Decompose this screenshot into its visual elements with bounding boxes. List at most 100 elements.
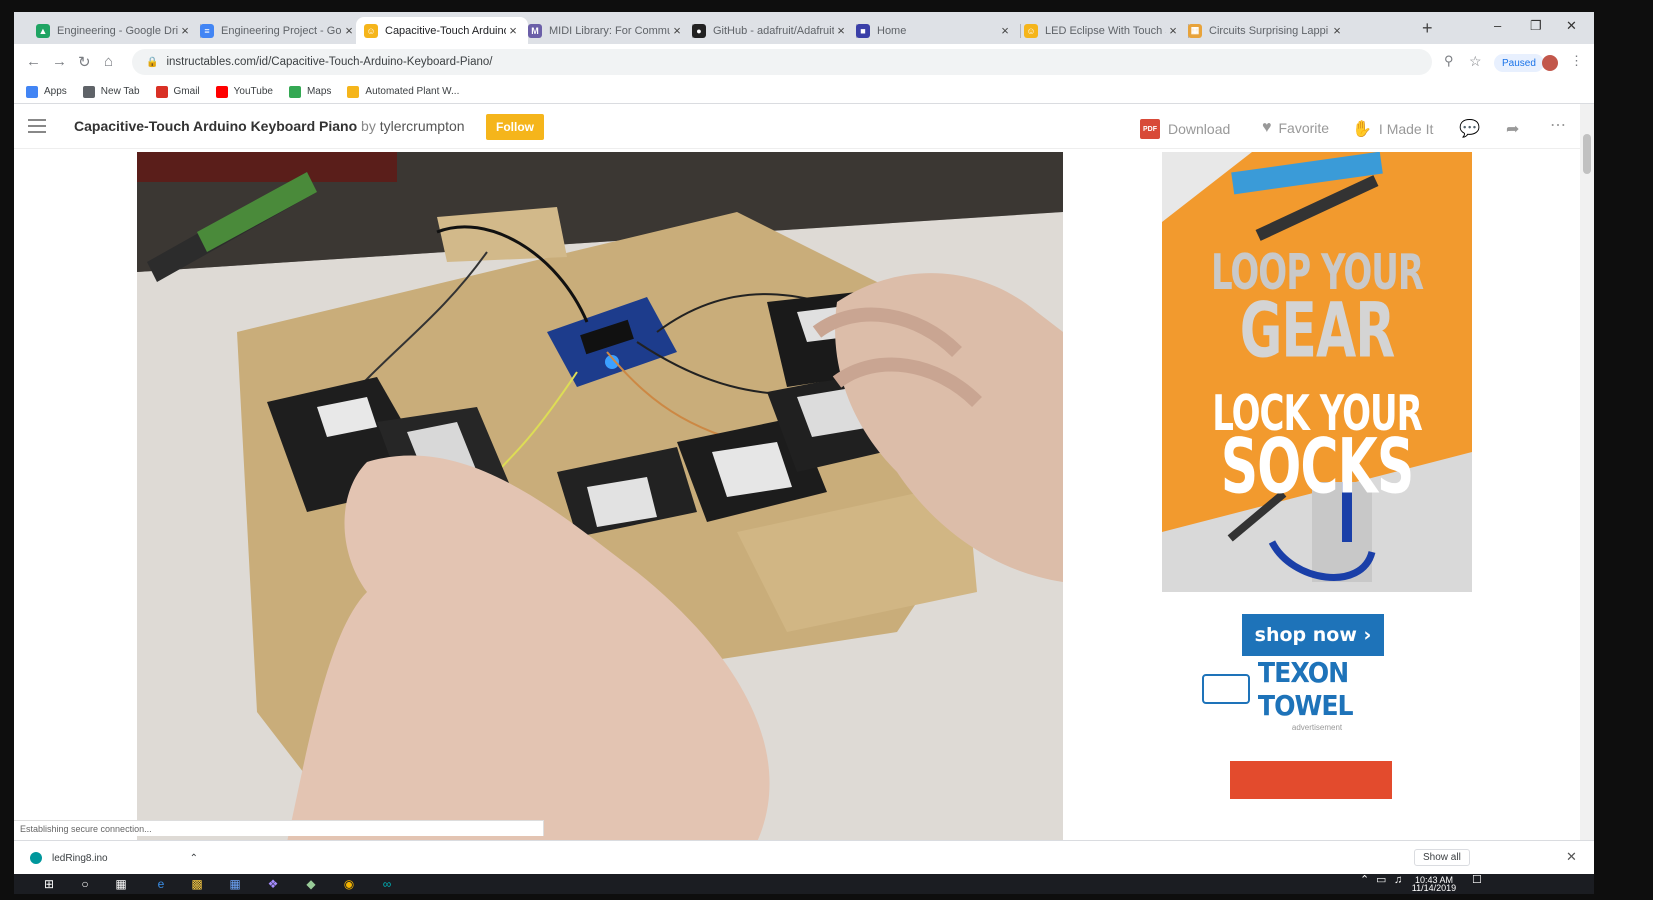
bookmark-item[interactable]: Automated Plant W... (347, 85, 460, 98)
page-scrollbar[interactable] (1580, 104, 1594, 844)
i-made-it-label: I Made It (1378, 121, 1434, 137)
menu-kebab-icon[interactable]: ⋮ (1570, 53, 1583, 69)
scrollbar-thumb[interactable] (1583, 134, 1591, 174)
web-page: Capacitive-Touch Arduino Keyboard Piano … (14, 105, 1594, 842)
download-filename: ledRing8.ino (52, 852, 108, 864)
profile-avatar[interactable] (1542, 55, 1558, 71)
clock-date: 11/14/2019 (1411, 883, 1457, 893)
tab-close-icon[interactable]: × (1330, 23, 1344, 38)
browser-tab[interactable]: ☺ LED Eclipse With Touch Sensor× (1016, 17, 1188, 44)
bookmark-favicon-icon (288, 85, 301, 98)
bookmark-label: Gmail (173, 86, 200, 97)
forward-icon[interactable]: → (52, 53, 67, 70)
tab-favicon-icon: ≡ (200, 23, 214, 38)
zoom-icon[interactable]: ⚲ (1444, 53, 1454, 69)
bookmark-favicon-icon (155, 85, 168, 98)
tab-favicon-icon: M (528, 23, 542, 38)
advertisement[interactable]: LOOP YOUR GEAR LOCK YOUR SOCKS shop now … (1162, 152, 1472, 842)
network-icon[interactable]: ▭ (1376, 875, 1386, 886)
new-tab-button[interactable]: + (1422, 18, 1433, 39)
volume-icon[interactable]: ♫ (1394, 875, 1402, 886)
task-view-icon[interactable]: ▦ (112, 875, 130, 893)
minimize-icon[interactable]: – (1494, 18, 1501, 33)
bookmark-item[interactable]: Gmail (155, 85, 200, 98)
pdf-icon: PDF (1140, 119, 1160, 139)
tab-close-icon[interactable]: × (506, 23, 520, 38)
tab-close-icon[interactable]: × (342, 23, 356, 38)
bookmark-item[interactable]: Maps (288, 85, 331, 98)
show-all-button[interactable]: Show all (1414, 849, 1470, 866)
video-frame-illustration (137, 152, 1063, 842)
tab-close-icon[interactable]: × (178, 23, 192, 38)
close-shelf-icon[interactable]: ✕ (1566, 849, 1577, 865)
browser-tab[interactable]: ■ Home × (848, 17, 1020, 44)
app-icon[interactable]: ❖ (264, 875, 282, 893)
download-item[interactable]: ledRing8.ino ⌃ (30, 847, 198, 869)
restore-icon[interactable]: ❐ (1530, 18, 1542, 34)
edge-icon[interactable]: e (152, 875, 170, 893)
back-icon[interactable]: ← (26, 53, 41, 70)
browser-window: + – ❐ ✕ ▲ Engineering - Google Drive × ≡ Eng… (14, 12, 1594, 894)
tab-title: Engineering - Google Drive (57, 24, 178, 37)
favorite-label: Favorite (1278, 120, 1330, 136)
tab-title: Capacitive-Touch Arduino Keyboard Piano (385, 24, 506, 37)
browser-tab[interactable]: M MIDI Library: For Communicating× (520, 17, 692, 44)
arduino-icon[interactable]: ∞ (378, 875, 396, 893)
notifications-icon[interactable]: ☐ (1472, 875, 1482, 886)
tab-close-icon[interactable]: × (834, 23, 848, 38)
tab-favicon-icon: ▲ (36, 23, 50, 38)
browser-tab[interactable]: ☺ Capacitive-Touch Arduino Keyboard Piano… (356, 17, 528, 44)
more-options-icon[interactable]: ⋯ (1550, 115, 1566, 135)
i-made-it-action[interactable]: ✋ I Made It (1352, 119, 1433, 139)
bookmark-label: Automated Plant W... (365, 86, 460, 97)
arduino-file-icon (30, 852, 42, 864)
windows-start-icon[interactable]: ⊞ (40, 875, 58, 893)
tab-favicon-icon: ☺ (1024, 23, 1038, 38)
bookmark-favicon-icon (26, 85, 38, 98)
browser-tab[interactable]: ≡ Engineering Project - Google Docs× (192, 17, 364, 44)
tab-close-icon[interactable]: × (1166, 23, 1180, 38)
url-text: instructables.com/id/Capacitive-Touch-Ar… (166, 56, 493, 68)
favorite-action[interactable]: ♥ Favorite (1262, 119, 1329, 137)
status-bar: Establishing secure connection... (14, 820, 544, 836)
tab-favicon-icon: ■ (856, 23, 870, 38)
tab-close-icon[interactable]: × (670, 23, 684, 38)
search-icon[interactable]: ○ (76, 875, 94, 893)
share-icon[interactable]: ➦ (1506, 119, 1519, 139)
bookmark-item[interactable]: New Tab (82, 85, 140, 98)
chrome-icon[interactable]: ◉ (340, 875, 358, 893)
browser-tab[interactable]: ▲ Engineering - Google Drive × (28, 17, 200, 44)
bookmark-item[interactable]: YouTube (215, 85, 273, 98)
store-icon[interactable]: ▦ (226, 875, 244, 893)
ad-banner-block[interactable] (1230, 761, 1392, 799)
bookmark-star-icon[interactable]: ☆ (1469, 53, 1482, 70)
author-link[interactable]: tylercrumpton (380, 118, 465, 134)
tab-close-icon[interactable]: × (998, 23, 1012, 38)
address-bar[interactable]: 🔒 instructables.com/id/Capacitive-Touch-… (132, 49, 1432, 75)
home-icon[interactable]: ⌂ (104, 53, 113, 70)
download-action[interactable]: PDF Download (1140, 119, 1230, 139)
project-video[interactable] (137, 152, 1063, 842)
ad-headline-4: SOCKS (1220, 424, 1415, 512)
inkscape-icon[interactable]: ◆ (302, 875, 320, 893)
browser-tab[interactable]: ● GitHub - adafruit/Adafruit × (684, 17, 856, 44)
browser-tab[interactable]: ▦ Circuits Surprising Lappi | T× (1180, 17, 1352, 44)
tab-favicon-icon: ☺ (364, 23, 378, 38)
close-window-icon[interactable]: ✕ (1566, 18, 1577, 34)
clock[interactable]: 10:43 AM 11/14/2019 (1409, 876, 1459, 893)
hamburger-menu-icon[interactable] (28, 119, 46, 133)
tab-title: GitHub - adafruit/Adafruit (713, 24, 834, 37)
project-title: Capacitive-Touch Arduino Keyboard Piano (74, 118, 358, 134)
tab-favicon-icon: ● (692, 23, 706, 38)
follow-button[interactable]: Follow (486, 114, 544, 140)
bookmarks-bar: Apps New Tab Gmail YouTube Maps Automated Pla… (14, 80, 1594, 104)
profile-paused-badge[interactable]: Paused (1494, 54, 1544, 72)
file-explorer-icon[interactable]: ▩ (188, 875, 206, 893)
bookmark-item[interactable]: Apps (26, 85, 67, 98)
reload-icon[interactable]: ↻ (78, 53, 91, 71)
chevron-up-icon[interactable]: ⌃ (190, 853, 198, 864)
ad-shop-now-button[interactable]: shop now › (1242, 614, 1384, 656)
tab-title: MIDI Library: For Communicating (549, 24, 670, 37)
comments-icon[interactable]: 💬 (1459, 119, 1480, 139)
tray-chevron-icon[interactable]: ⌃ (1360, 875, 1369, 886)
